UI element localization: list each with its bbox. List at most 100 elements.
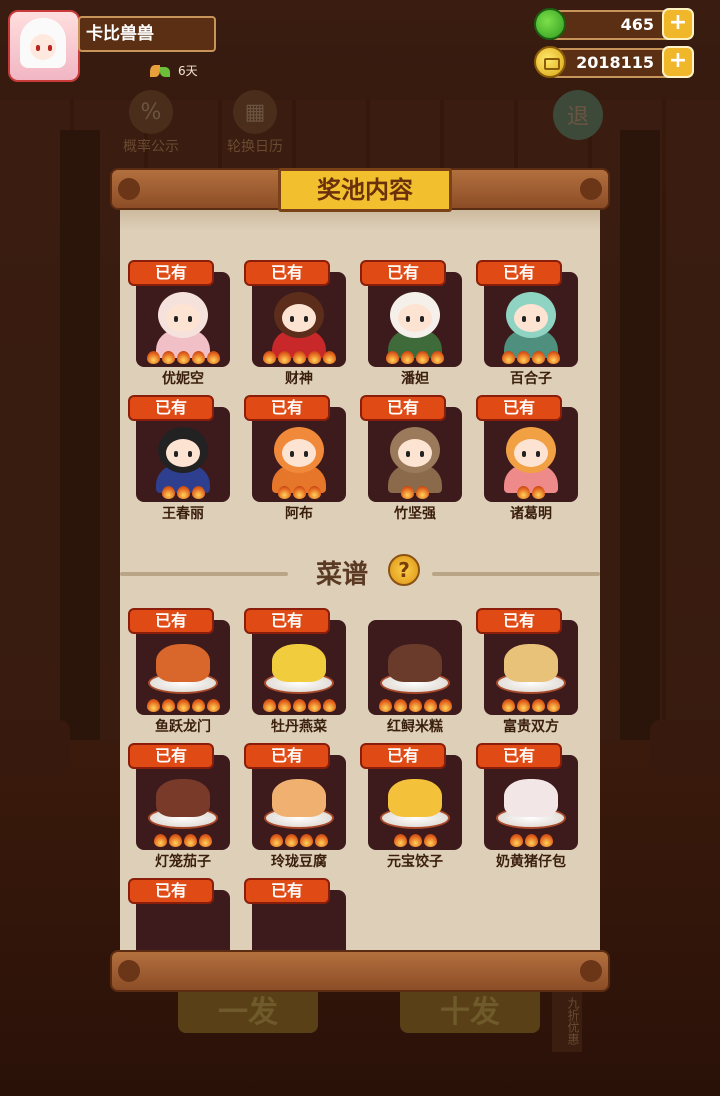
draw-one-button[interactable]: 一发 [178, 985, 318, 1033]
flame-icon [401, 351, 414, 364]
flame-icon [206, 351, 220, 364]
login-days-value: 6天 [178, 64, 198, 78]
rarity-flames [252, 834, 346, 847]
coin-icon [534, 46, 566, 78]
flame-icon [547, 351, 560, 364]
character-eye [420, 316, 424, 322]
recipe-card[interactable]: 已有 [244, 878, 346, 952]
character-card[interactable]: 已有 王春丽 [128, 395, 230, 522]
recipe-name: 牡丹燕菜 [271, 719, 327, 735]
sprout-icon [150, 63, 172, 79]
calendar-button[interactable]: ▦ 轮换日历 [218, 90, 292, 156]
recipe-card[interactable]: 已有 灯笼茄子 [128, 743, 230, 870]
owned-tag: 已有 [128, 260, 214, 286]
character-face [166, 439, 200, 467]
owned-tag: 已有 [128, 608, 214, 634]
recipe-name: 奶黄猪仔包 [496, 854, 566, 870]
flame-icon [176, 351, 190, 364]
character-card[interactable]: 已有财神 [244, 260, 346, 387]
flame-icon [517, 351, 530, 364]
flame-icon [307, 351, 321, 364]
add-apples-button[interactable]: + [662, 8, 694, 40]
avatar-eye [48, 45, 52, 51]
recipe-card[interactable]: 红鲟米糕 [360, 608, 462, 735]
dish-food [156, 644, 210, 682]
character-face [514, 439, 548, 467]
flame-icon [401, 486, 414, 499]
add-coins-button[interactable]: + [662, 46, 694, 78]
help-icon[interactable]: ? [388, 554, 420, 586]
flame-icon [285, 834, 298, 847]
divider-line [432, 572, 600, 576]
character-eye [522, 316, 526, 322]
recipe-portrait [252, 620, 346, 715]
character-eye [536, 451, 540, 457]
recipe-card[interactable]: 已有 富贵双方 [476, 608, 578, 735]
recipe-portrait [368, 755, 462, 850]
flame-icon [191, 351, 205, 364]
character-name: 百合子 [510, 371, 552, 387]
flame-icon [517, 486, 530, 499]
rarity-flames [368, 351, 462, 364]
owned-tag: 已有 [128, 743, 214, 769]
flame-icon [532, 351, 545, 364]
flame-icon [378, 699, 392, 712]
recipe-name: 元宝饺子 [387, 854, 443, 870]
owned-tag: 已有 [360, 260, 446, 286]
character-face [398, 439, 432, 467]
draw-ten-button[interactable]: 十发 [400, 985, 540, 1033]
character-card[interactable]: 已有优妮空 [128, 260, 230, 387]
player-avatar[interactable] [8, 10, 80, 82]
exit-button[interactable]: 退 [552, 90, 604, 142]
character-name: 阿布 [285, 506, 313, 522]
flame-icon [322, 351, 336, 364]
flame-icon [300, 834, 313, 847]
rarity-flames [136, 834, 230, 847]
character-name: 财神 [285, 371, 313, 387]
owned-tag: 已有 [244, 608, 330, 634]
rarity-flames [252, 486, 346, 499]
character-portrait [252, 407, 346, 502]
background-side-panel [650, 720, 720, 775]
calendar-icon: ▦ [233, 90, 277, 134]
recipe-card[interactable]: 已有 元宝饺子 [360, 743, 462, 870]
recipe-portrait [368, 620, 462, 715]
rarity-flames [136, 351, 230, 364]
flame-icon [292, 699, 306, 712]
rarity-flames [368, 834, 462, 847]
login-days: 6天 [150, 62, 198, 79]
character-card[interactable]: 已有 阿布 [244, 395, 346, 522]
rarity-flames [484, 486, 578, 499]
probability-button[interactable]: % 概率公示 [116, 90, 186, 156]
dish-food [388, 644, 442, 682]
character-card[interactable]: 已有 潘妲 [360, 260, 462, 387]
flame-icon [184, 834, 197, 847]
rarity-flames [252, 699, 346, 712]
owned-tag: 已有 [244, 260, 330, 286]
recipe-portrait [484, 620, 578, 715]
character-card[interactable]: 已有百合子 [476, 260, 578, 387]
flame-icon [517, 699, 530, 712]
flame-icon [532, 486, 545, 499]
character-eye [406, 316, 410, 322]
character-eye [304, 316, 308, 322]
flame-icon [191, 486, 205, 499]
character-card[interactable]: 已有 诸葛明 [476, 395, 578, 522]
character-portrait [136, 407, 230, 502]
recipe-card[interactable]: 已有牡丹燕菜 [244, 608, 346, 735]
flame-icon [191, 699, 205, 712]
recipe-card[interactable]: 已有 奶黄猪仔包 [476, 743, 578, 870]
character-portrait [252, 272, 346, 367]
recipe-card[interactable]: 已有 鱼跃龙门 [128, 608, 230, 735]
character-eye [174, 451, 178, 457]
flame-icon [292, 486, 306, 499]
character-name: 优妮空 [162, 371, 204, 387]
character-card[interactable]: 已有 竹坚强 [360, 395, 462, 522]
flame-icon [262, 351, 276, 364]
owned-tag: 已有 [476, 260, 562, 286]
probability-label: 概率公示 [123, 139, 179, 155]
recipe-card[interactable]: 已有 玲珑豆腐 [244, 743, 346, 870]
recipe-card[interactable]: 已有 [128, 878, 230, 952]
avatar-face [30, 34, 56, 60]
character-face [398, 304, 432, 332]
